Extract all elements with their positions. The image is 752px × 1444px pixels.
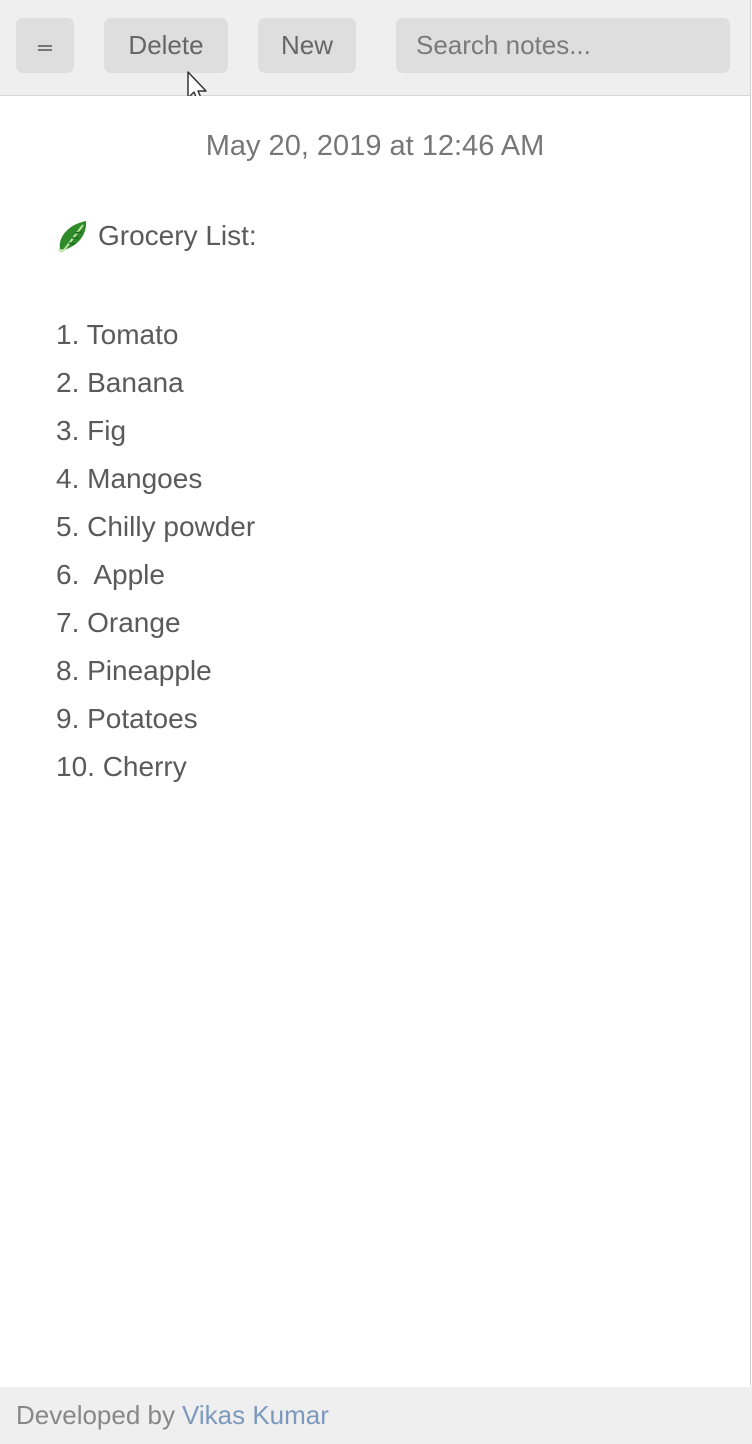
note-title-line: Grocery List: [56,216,257,256]
new-note-button[interactable]: New [258,18,356,73]
list-item: 10. Cherry [56,751,187,782]
search-input[interactable] [396,18,730,73]
note-title-text: Grocery List: [98,220,257,251]
toolbar: Delete New [0,0,751,96]
footer: Developed by Vikas Kumar [0,1387,752,1444]
list-item: 5. Chilly powder [56,511,256,542]
list-item: 1. Tomato [56,319,179,350]
menu-icon [38,44,52,51]
list-item: 7. Orange [56,607,181,638]
author-link[interactable]: Vikas Kumar [182,1400,329,1431]
note-editor[interactable]: May 20, 2019 at 12:46 AM Grocery List: 1… [0,96,751,1386]
list-item: 8. Pineapple [56,655,212,686]
note-timestamp: May 20, 2019 at 12:46 AM [205,130,545,162]
list-item: 2. Banana [56,367,184,398]
list-item: 4. Mangoes [56,463,203,494]
list-item: 9. Potatoes [56,703,198,734]
delete-button[interactable]: Delete [104,18,228,73]
footer-credit-text: Developed by [16,1400,175,1430]
list-item: 3. Fig [56,415,127,446]
list-item: 6. Apple [56,559,165,590]
grocery-list: 1. Tomato 2. Banana 3. Fig 4. Mangoes 5.… [56,311,255,791]
leafy-green-icon [58,221,87,253]
menu-button[interactable] [16,18,74,73]
